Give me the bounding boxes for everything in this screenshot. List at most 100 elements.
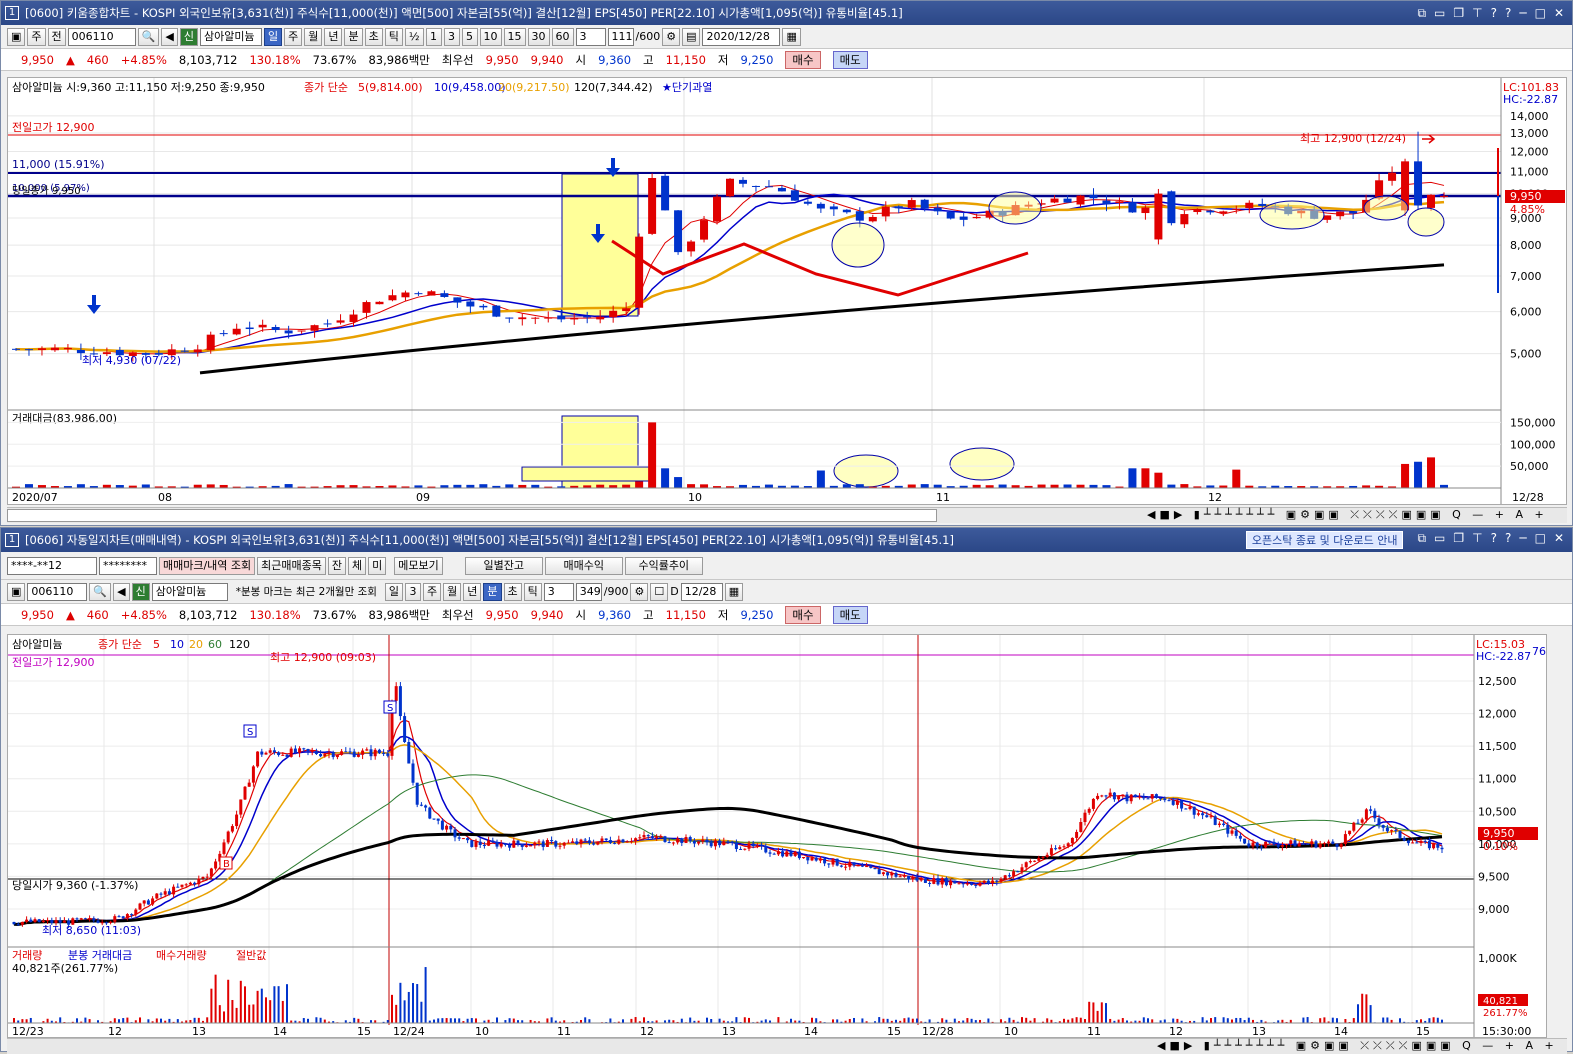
candle: [55, 920, 58, 923]
vol-bar: [391, 995, 393, 1023]
vol-circle-oct: [834, 455, 898, 487]
scroll-thumb[interactable]: [7, 509, 937, 522]
minute-chart-area[interactable]: 삼아알미늄 종가 단순 5 10 20 60 120 LC:15.03 HC:-…: [7, 634, 1547, 1038]
search-icon[interactable]: 🔍: [89, 583, 111, 601]
tools-icon[interactable]: ⚙: [662, 28, 680, 46]
candle: [760, 845, 763, 846]
sell-button[interactable]: 매도: [833, 606, 868, 624]
minimize-icon[interactable]: ▭: [1434, 531, 1445, 549]
candle: [1096, 796, 1099, 799]
save-icon[interactable]: ▤: [682, 28, 700, 46]
min-icon[interactable]: ─: [1519, 531, 1526, 549]
sell-button[interactable]: 매도: [833, 51, 868, 69]
y-tick: 11,000: [1478, 773, 1517, 786]
candle: [401, 293, 409, 298]
calendar-icon[interactable]: ▦: [782, 28, 800, 46]
w1-period-4[interactable]: 분: [344, 28, 362, 46]
bars-input[interactable]: 111: [608, 28, 634, 46]
daily-chart-svg[interactable]: 삼아알미늄 시:9,360 고:11,150 저:9,250 종:9,950 종…: [8, 78, 1566, 504]
w1-period-13[interactable]: 30: [528, 28, 550, 46]
link-icon[interactable]: ⧉: [1417, 531, 1426, 549]
restore-icon[interactable]: ❐: [1453, 6, 1464, 21]
w1-period-7[interactable]: ½: [405, 28, 424, 46]
recent-button[interactable]: 최근매매종목: [257, 557, 326, 575]
vol-bar: [1239, 1018, 1241, 1023]
w1-period-5[interactable]: 초: [365, 28, 383, 46]
scroll-controls[interactable]: ◀■▶ ▮┴┴┴┴┴┴┴ ▣⚙▣▣ ⤫⤫⤫⤫▣▣▣ Q — + A +: [1157, 1039, 1558, 1053]
w1-period-8[interactable]: 1: [426, 28, 442, 46]
mark-query-button[interactable]: 매매마크/내역 조회: [159, 557, 255, 575]
mi-button[interactable]: 미: [368, 557, 386, 575]
candle: [272, 327, 280, 330]
w1-period-2[interactable]: 월: [304, 28, 322, 46]
w1-period-9[interactable]: 3: [444, 28, 460, 46]
buy-button[interactable]: 매수: [785, 606, 820, 624]
date-input[interactable]: 12/28: [681, 583, 723, 601]
w2-period-6[interactable]: 초: [504, 583, 522, 601]
candle: [220, 333, 228, 334]
help2-icon[interactable]: ?: [1505, 531, 1511, 549]
w2-period-1[interactable]: 3: [405, 583, 421, 601]
restore-icon[interactable]: ❐: [1453, 531, 1464, 549]
che-button[interactable]: 체: [348, 557, 366, 575]
close-icon[interactable]: ✕: [1554, 6, 1564, 21]
w2-period-7[interactable]: 틱: [524, 583, 542, 601]
profit-button[interactable]: 매매수익: [545, 557, 623, 575]
sound-icon[interactable]: ◀: [161, 28, 177, 46]
daily-scrollbar[interactable]: ◀■▶ ▮┴┴┴┴┴┴┴ ▣⚙▣▣ ⤫⤫⤫⤫▣▣▣ Q — + A +: [7, 507, 1567, 523]
close-icon[interactable]: ✕: [1554, 531, 1564, 549]
search-icon[interactable]: 🔍: [138, 28, 160, 46]
tools-icon[interactable]: ⚙: [630, 583, 648, 601]
candle: [934, 208, 942, 212]
min-icon[interactable]: ─: [1519, 6, 1526, 21]
w1-period-6[interactable]: 틱: [385, 28, 403, 46]
stock-name[interactable]: 삼아알미늄: [200, 28, 262, 46]
w2-period-3[interactable]: 월: [443, 583, 461, 601]
help2-icon[interactable]: ?: [1505, 6, 1511, 21]
link-icon[interactable]: ⧉: [1417, 6, 1426, 21]
layout-icon[interactable]: ▣: [7, 583, 25, 601]
w2-period-4[interactable]: 년: [463, 583, 481, 601]
w2-period-5[interactable]: 분: [483, 583, 501, 601]
help-icon[interactable]: ?: [1491, 6, 1497, 21]
w1-period-11[interactable]: 10: [480, 28, 502, 46]
scroll-controls[interactable]: ◀■▶ ▮┴┴┴┴┴┴┴ ▣⚙▣▣ ⤫⤫⤫⤫▣▣▣ Q — + A +: [1147, 508, 1548, 522]
account-select[interactable]: ****-**12: [7, 557, 97, 575]
code-input[interactable]: 006110: [27, 583, 87, 601]
date-input[interactable]: 2020/12/28: [702, 28, 780, 46]
jan-button[interactable]: 잔: [328, 557, 346, 575]
stock-name[interactable]: 삼아알미늄: [152, 583, 228, 601]
code-input[interactable]: 006110: [68, 28, 136, 46]
layout-icon[interactable]: ▣: [7, 28, 25, 46]
w1-period-14[interactable]: 60: [552, 28, 574, 46]
count-select[interactable]: 3: [576, 28, 606, 46]
daily-chart-area[interactable]: 삼아알미늄 시:9,360 고:11,150 저:9,250 종:9,950 종…: [7, 77, 1567, 505]
mode2-button[interactable]: 전: [48, 28, 66, 46]
checkbox[interactable]: ☐: [650, 583, 668, 601]
w2-period-0[interactable]: 일: [385, 583, 403, 601]
password-input[interactable]: ********: [99, 557, 157, 575]
w1-period-3[interactable]: 년: [324, 28, 342, 46]
bars-input[interactable]: 349: [576, 583, 602, 601]
notice-button[interactable]: 오픈스탁 종료 및 다운로드 안내: [1246, 531, 1404, 549]
w1-period-10[interactable]: 5: [462, 28, 478, 46]
buy-button[interactable]: 매수: [785, 51, 820, 69]
pin-icon[interactable]: ⊤: [1472, 6, 1482, 21]
w2-period-2[interactable]: 주: [423, 583, 441, 601]
minute-chart-svg[interactable]: 삼아알미늄 종가 단순 5 10 20 60 120 LC:15.03 HC:-…: [8, 635, 1546, 1037]
minimize-icon[interactable]: ▭: [1434, 6, 1445, 21]
max-icon[interactable]: □: [1535, 6, 1546, 21]
w1-period-0[interactable]: 일: [264, 28, 282, 46]
count-select[interactable]: 3: [544, 583, 574, 601]
help-icon[interactable]: ?: [1491, 531, 1497, 549]
memo-button[interactable]: 메모보기: [394, 557, 442, 575]
mode-button[interactable]: 주: [27, 28, 45, 46]
pin-icon[interactable]: ⊤: [1472, 531, 1482, 549]
trend-button[interactable]: 수익률추이: [625, 557, 703, 575]
w1-period-12[interactable]: 15: [504, 28, 526, 46]
calendar-icon[interactable]: ▦: [725, 583, 743, 601]
w1-period-1[interactable]: 주: [284, 28, 302, 46]
sound-icon[interactable]: ◀: [113, 583, 129, 601]
daily-balance-button[interactable]: 일별잔고: [465, 557, 543, 575]
max-icon[interactable]: □: [1535, 531, 1546, 549]
